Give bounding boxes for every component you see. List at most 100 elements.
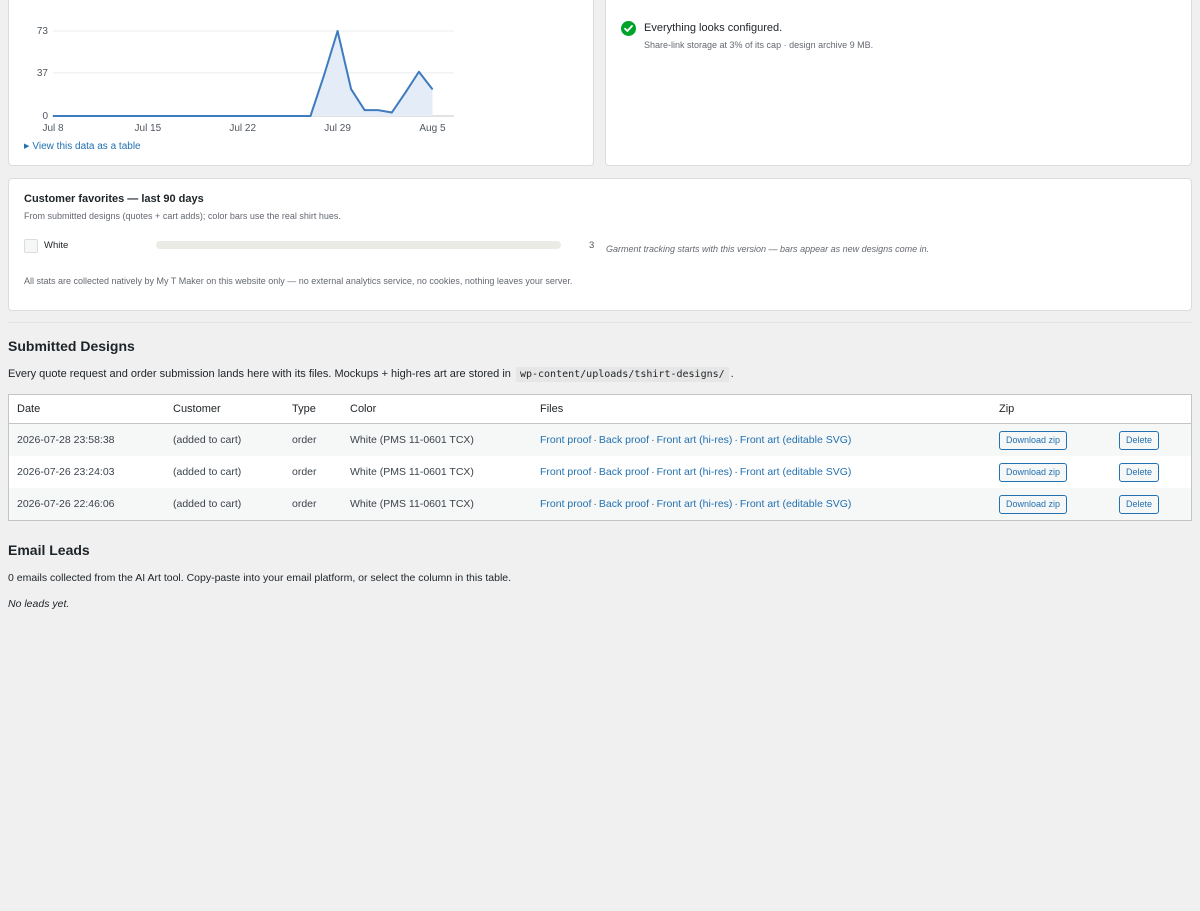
cell-actions: Delete	[1111, 456, 1192, 488]
table-header-row: Date Customer Type Color Files Zip	[8, 394, 1192, 424]
link-separator: ·	[651, 498, 655, 510]
y-tick-label: 73	[37, 26, 49, 37]
data-point	[296, 115, 298, 117]
data-point	[337, 30, 339, 32]
link-separator: ·	[593, 498, 597, 510]
delete-button[interactable]: Delete	[1119, 462, 1160, 482]
data-point	[350, 88, 352, 90]
series-area	[53, 31, 433, 116]
link-separator: ·	[593, 466, 597, 478]
data-point	[377, 109, 379, 111]
x-tick-label: Jul 15	[135, 123, 162, 134]
download-zip-button[interactable]: Download zip	[999, 462, 1068, 482]
file-link[interactable]: Front art (editable SVG)	[740, 466, 851, 478]
cell-zip: Download zip	[991, 488, 1111, 521]
data-point	[309, 115, 311, 117]
designs-desc-text: Every quote request and order submission…	[8, 368, 511, 380]
data-point	[201, 115, 203, 117]
table-row: 2026-07-26 23:24:03 (added to cart) order W…	[9, 456, 1192, 488]
file-link[interactable]: Front art (editable SVG)	[740, 498, 851, 510]
file-link[interactable]: Back proof	[599, 434, 649, 446]
col-customer: Customer	[165, 394, 284, 424]
data-point	[431, 88, 433, 90]
file-link[interactable]: Back proof	[599, 498, 649, 510]
data-point	[418, 71, 420, 73]
link-separator: ·	[651, 466, 655, 478]
favorite-color-count: 3	[589, 240, 595, 251]
customer-favorites-card: Customer favorites — last 90 days From s…	[8, 178, 1192, 311]
cell-type: order	[292, 434, 317, 446]
file-link[interactable]: Front art (editable SVG)	[740, 434, 851, 446]
cell-date: 2026-07-26 22:46:06	[17, 498, 115, 510]
favorite-color-bar	[156, 241, 561, 249]
download-zip-button[interactable]: Download zip	[999, 494, 1068, 514]
file-link[interactable]: Front art (hi-res)	[657, 434, 733, 446]
file-link[interactable]: Front art (hi-res)	[657, 498, 733, 510]
view-table-toggle[interactable]: ▶ View this data as a table	[24, 141, 141, 152]
cell-customer: (added to cart)	[173, 434, 242, 446]
cell-type: order	[292, 466, 317, 478]
data-point	[188, 115, 190, 117]
col-files: Files	[532, 394, 991, 424]
col-type: Type	[284, 394, 342, 424]
series-line	[53, 30, 434, 117]
data-point	[93, 115, 95, 117]
delete-button[interactable]: Delete	[1119, 494, 1160, 514]
x-tick-label: Aug 5	[419, 123, 446, 134]
data-point	[215, 115, 217, 117]
file-link[interactable]: Back proof	[599, 466, 649, 478]
delete-button[interactable]: Delete	[1119, 430, 1160, 450]
x-tick-label: Jul 8	[42, 123, 64, 134]
col-zip: Zip	[991, 394, 1111, 424]
table-row: 2026-07-28 23:58:38 (added to cart) order W…	[8, 423, 1192, 457]
cell-files: Front proof · Back proof · Front art (hi-res…	[532, 456, 991, 488]
view-table-label: View this data as a table	[32, 141, 141, 152]
link-separator: ·	[734, 498, 738, 510]
data-point	[174, 115, 176, 117]
data-point	[120, 115, 122, 117]
data-point	[255, 115, 257, 117]
cell-color: White (PMS 11-0601 TCX)	[350, 498, 474, 510]
cell-actions: Delete	[1111, 424, 1192, 457]
cell-customer: (added to cart)	[173, 498, 242, 510]
cell-files: Front proof · Back proof · Front art (hi-res…	[532, 488, 991, 521]
data-point	[404, 92, 406, 94]
link-separator: ·	[734, 434, 738, 446]
x-tick-label: Jul 29	[324, 123, 351, 134]
data-point	[364, 109, 366, 111]
favorites-title: Customer favorites — last 90 days	[24, 193, 204, 205]
designs-desc-end: .	[730, 368, 734, 380]
cell-date: 2026-07-28 23:58:38	[17, 434, 115, 446]
table-row: 2026-07-26 22:46:06 (added to cart) order W…	[8, 488, 1192, 521]
favorite-color-bar-fill	[156, 241, 561, 249]
file-link[interactable]: Front proof	[540, 434, 591, 446]
y-tick-label: 37	[37, 68, 49, 79]
col-date: Date	[8, 394, 165, 424]
submitted-designs-heading: Submitted Designs	[8, 338, 135, 354]
cell-files: Front proof · Back proof · Front art (hi-res…	[532, 424, 991, 457]
favorite-color-label: White	[44, 240, 69, 251]
file-link[interactable]: Front proof	[540, 498, 591, 510]
data-point	[106, 115, 108, 117]
link-separator: ·	[593, 434, 597, 446]
file-link[interactable]: Front proof	[540, 466, 591, 478]
data-point	[133, 115, 135, 117]
data-point	[242, 115, 244, 117]
data-point	[269, 115, 271, 117]
data-point	[282, 115, 284, 117]
x-tick-label: Jul 22	[229, 123, 256, 134]
link-separator: ·	[734, 466, 738, 478]
col-color: Color	[342, 394, 532, 424]
download-zip-button[interactable]: Download zip	[999, 430, 1068, 450]
cell-zip: Download zip	[991, 456, 1111, 488]
data-point	[391, 112, 393, 114]
data-point	[52, 115, 54, 117]
cell-date: 2026-07-26 23:24:03	[17, 466, 115, 478]
data-point	[66, 115, 68, 117]
section-divider	[8, 322, 1192, 323]
cell-color: White (PMS 11-0601 TCX)	[350, 466, 474, 478]
data-point	[147, 115, 149, 117]
submitted-designs-table: Date Customer Type Color Files Zip 2026-…	[8, 394, 1192, 521]
cell-type: order	[292, 498, 317, 510]
file-link[interactable]: Front art (hi-res)	[657, 466, 733, 478]
